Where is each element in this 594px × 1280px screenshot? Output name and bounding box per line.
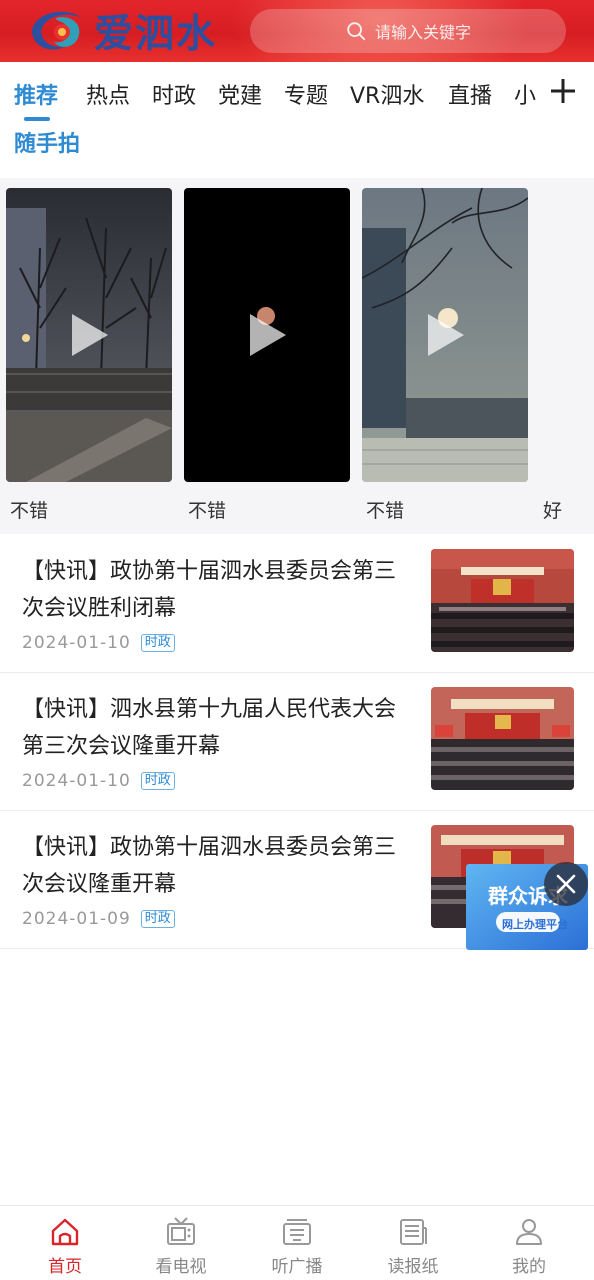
tab-snapshot[interactable]: 随手拍: [14, 126, 80, 158]
news-tag: 时政: [140, 910, 175, 928]
radio-icon: [283, 1219, 311, 1245]
news-title: 【快讯】政协第十届泗水县委员会第三次会议胜利闭幕: [22, 559, 397, 621]
logo-icon: [32, 11, 82, 50]
video-caption: 不错: [366, 500, 405, 522]
nav-profile[interactable]: 我的: [484, 1216, 574, 1277]
news-title: 【快讯】泗水县第十九届人民代表大会第三次会议隆重开幕: [22, 697, 397, 759]
search-placeholder: 请输入关键字: [374, 23, 471, 42]
news-thumbnail: [431, 549, 574, 652]
nav-label: 看电视: [155, 1257, 207, 1277]
news-title: 【快讯】政协第十届泗水县委员会第三次会议隆重开幕: [22, 835, 397, 897]
nav-label: 我的: [512, 1257, 546, 1277]
news-item[interactable]: 【快讯】泗水县第十九届人民代表大会第三次会议隆重开幕 2024-01-10 时政: [0, 673, 594, 811]
active-tab-indicator: [24, 117, 50, 121]
news-date: 2024-01-10: [22, 771, 131, 791]
app-header: 爱泗水 请输入关键字: [0, 0, 594, 62]
news-date: 2024-01-09: [22, 909, 131, 929]
news-thumbnail: [431, 687, 574, 790]
tab-politics[interactable]: 时政: [152, 78, 196, 110]
nav-radio[interactable]: 听广播: [252, 1216, 342, 1277]
close-ad-button[interactable]: [544, 862, 588, 906]
app-name: 爱泗水: [94, 12, 218, 57]
video-caption: 不错: [10, 500, 49, 522]
tab-vr[interactable]: VR泗水: [350, 78, 424, 110]
search-icon: [347, 22, 366, 41]
nav-label: 听广播: [271, 1257, 323, 1277]
newspaper-icon: [400, 1219, 427, 1245]
news-item[interactable]: 【快讯】政协第十届泗水县委员会第三次会议胜利闭幕 2024-01-10 时政: [0, 535, 594, 673]
petition-ad-subtitle: 网上办理平台: [502, 918, 568, 931]
news-meta: 2024-01-09 时政: [22, 909, 175, 929]
bottom-nav: 首页 看电视 听广播 读报纸 我的: [0, 1205, 594, 1280]
tab-hot[interactable]: 热点: [86, 78, 130, 110]
app-logo[interactable]: 爱泗水: [26, 4, 217, 58]
play-icon[interactable]: [70, 312, 110, 358]
tab-party[interactable]: 党建: [218, 78, 262, 110]
tab-row: 推荐 热点 时政 党建 专题 VR泗水 直播 小: [0, 62, 540, 122]
nav-tv[interactable]: 看电视: [136, 1216, 226, 1277]
video-card[interactable]: [6, 188, 172, 482]
tab-live[interactable]: 直播: [448, 78, 492, 110]
search-bar[interactable]: 请输入关键字: [250, 9, 566, 53]
news-tag: 时政: [140, 772, 175, 790]
user-icon: [516, 1219, 542, 1245]
tab-small[interactable]: 小: [514, 78, 536, 110]
channel-tabs: 推荐 热点 时政 党建 专题 VR泗水 直播 小 随手拍: [0, 62, 594, 178]
video-card[interactable]: [184, 188, 350, 482]
video-card[interactable]: [362, 188, 528, 482]
nav-label: 读报纸: [387, 1257, 439, 1277]
play-icon[interactable]: [426, 312, 466, 358]
tv-icon: [167, 1217, 195, 1245]
video-caption: 不错: [188, 500, 227, 522]
nav-label: 首页: [48, 1257, 82, 1277]
video-caption: 好: [543, 500, 563, 522]
play-icon[interactable]: [248, 312, 288, 358]
nav-home[interactable]: 首页: [20, 1216, 110, 1277]
video-carousel[interactable]: 不错 不错 不错 好: [0, 178, 594, 534]
tab-recommend[interactable]: 推荐: [14, 78, 58, 110]
tab-special[interactable]: 专题: [284, 78, 328, 110]
news-tag: 时政: [140, 634, 175, 652]
close-icon: [556, 874, 576, 894]
plus-icon[interactable]: [548, 76, 578, 106]
news-meta: 2024-01-10 时政: [22, 771, 175, 791]
news-date: 2024-01-10: [22, 633, 131, 653]
home-icon: [51, 1218, 79, 1246]
nav-newspaper[interactable]: 读报纸: [368, 1216, 458, 1277]
news-meta: 2024-01-10 时政: [22, 633, 175, 653]
